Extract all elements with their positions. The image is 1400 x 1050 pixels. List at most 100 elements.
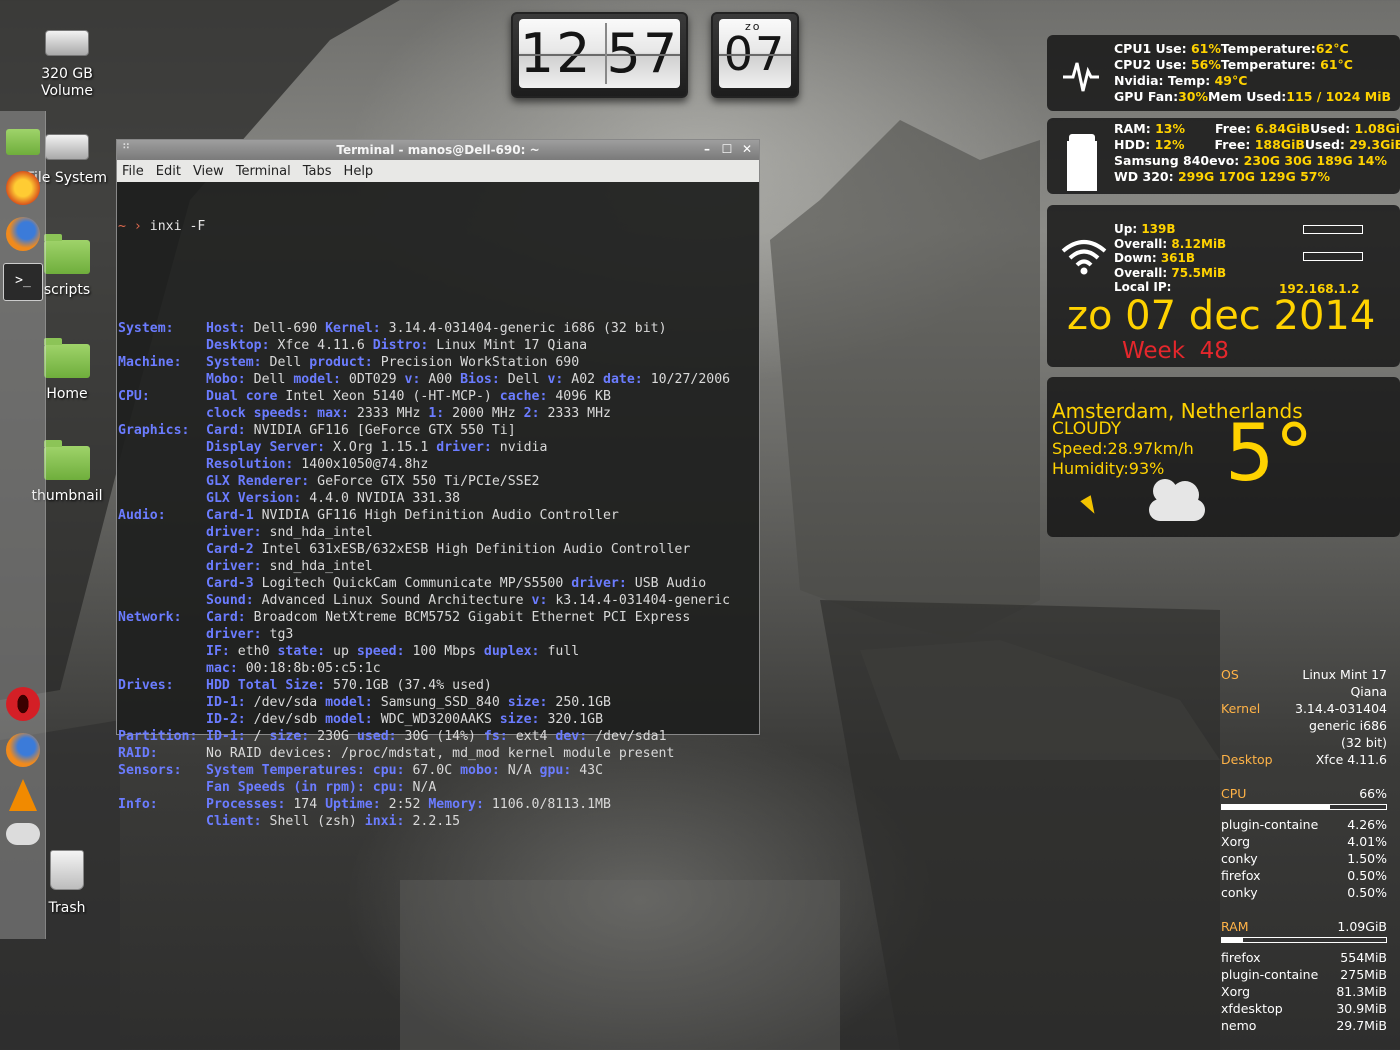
field-key: clock speeds:	[206, 406, 310, 421]
process-value: 4.01%	[1347, 834, 1387, 849]
kernel-row: Kernel 3.14.4-031404 generic i686 (32 bit…	[1221, 701, 1387, 750]
output-line: ID-2: /dev/sdb model: WDC_WD3200AAKS siz…	[118, 711, 759, 728]
weather-icon[interactable]	[6, 823, 40, 845]
field-value: 4096 KB	[547, 389, 611, 404]
process-name: conky	[1221, 851, 1258, 866]
output-line: Resolution: 1400x1050@74.8hz	[118, 456, 759, 473]
wifi-icon	[1061, 240, 1107, 275]
firefox-icon[interactable]	[6, 217, 40, 251]
process-name: xfdesktop	[1221, 1001, 1283, 1016]
terminal-titlebar[interactable]: ∷ Terminal - manos@Dell-690: ~ – ☐ ✕	[117, 140, 759, 160]
ssd-line: Samsung 840evo: 230G 30G 189G 14%	[1114, 153, 1388, 168]
output-line: System: Host: Dell-690 Kernel: 3.14.4-031…	[118, 320, 759, 337]
folder-icon[interactable]	[6, 129, 40, 155]
weather-condition: CLOUDY	[1052, 419, 1122, 439]
field-value: 2333 MHz	[348, 406, 429, 421]
section-label	[118, 643, 206, 660]
section-label	[118, 592, 206, 609]
field-key: size:	[499, 712, 540, 727]
field-value: 10/27/2006	[642, 372, 731, 387]
field-value: 2.2.15	[404, 814, 461, 829]
field-value: /dev/sda1	[587, 729, 667, 744]
ram-bar	[1221, 937, 1387, 943]
section-label	[118, 439, 206, 456]
output-line: GLX Version: 4.4.0 NVIDIA 331.38	[118, 490, 759, 507]
process-value: 0.50%	[1347, 885, 1387, 900]
weather-temperature: 5°	[1225, 409, 1314, 499]
field-key: max:	[317, 406, 349, 421]
firefox-icon[interactable]	[6, 733, 40, 767]
section-label	[118, 456, 206, 473]
field-value: Samsung_SSD_840	[372, 695, 508, 710]
terminal-output[interactable]: ~ › inxi -F System: Host: Dell-690 Kernel…	[117, 182, 759, 864]
wd-line: WD 320: 299G 170G 129G 57%	[1114, 169, 1331, 184]
cpu-row: CPU 66%	[1221, 786, 1387, 801]
output-line: RAID: No RAID devices: /proc/mdstat, md_m…	[118, 745, 759, 762]
desktop-icon-volume[interactable]: 320 GB Volume	[19, 30, 115, 100]
process-row: plugin-containe 4.26%	[1221, 816, 1387, 833]
field-key: model:	[293, 372, 341, 387]
field-value: X.Org 1.15.1	[325, 440, 437, 455]
field-key: Desktop:	[206, 338, 270, 353]
section-label: Machine:	[118, 355, 182, 370]
menu-edit[interactable]: Edit	[156, 164, 181, 179]
menu-file[interactable]: File	[122, 164, 144, 179]
field-key: 1:	[428, 406, 445, 421]
section-label	[118, 473, 206, 490]
close-icon[interactable]: ✕	[739, 142, 755, 157]
date-display: zo 07 dec 2014	[1067, 293, 1376, 339]
field-key: Distro:	[372, 338, 429, 353]
output-line: Card-2 Intel 631xESB/632xESB High Defini…	[118, 541, 759, 558]
section-label	[118, 337, 206, 354]
field-value	[365, 762, 373, 779]
field-key: ID-1:	[206, 695, 246, 710]
drive-icon	[45, 134, 89, 160]
os-row: OS Linux Mint 17 Qiana	[1221, 667, 1387, 699]
field-key: System:	[206, 355, 262, 370]
field-value: eth0	[229, 644, 278, 659]
process-name: Xorg	[1221, 834, 1251, 849]
output-line: Card-3 Logitech QuickCam Communicate MP/…	[118, 575, 759, 592]
section-label: RAID:	[118, 746, 158, 761]
field-key: Card:	[206, 610, 246, 625]
process-row: nemo 29.7MiB	[1221, 1017, 1387, 1034]
maximize-icon[interactable]: ☐	[719, 142, 735, 157]
output-line: Partition: ID-1: / size: 230G used: 30G (…	[118, 728, 759, 745]
field-key: IF:	[206, 644, 230, 659]
section-label: Sensors:	[118, 763, 182, 778]
field-value: N/A	[404, 780, 437, 795]
section-label: System:	[118, 321, 174, 336]
section-label: Info:	[118, 797, 158, 812]
output-line: ID-1: /dev/sda model: Samsung_SSD_840 si…	[118, 694, 759, 711]
field-key: mac:	[206, 661, 238, 676]
weather-wind-speed: Speed:28.97km/h	[1052, 439, 1194, 458]
field-key: Resolution:	[206, 457, 294, 472]
field-key: used:	[356, 729, 397, 744]
clock-widget: 12 57	[511, 12, 688, 98]
field-value: 30G (14%)	[396, 729, 484, 744]
field-key: System Temperatures:	[206, 763, 365, 778]
output-line: Graphics: Card: NVIDIA GF116 [GeForce GTX…	[118, 422, 759, 439]
field-value: WDC_WD3200AAKS	[372, 712, 500, 727]
field-key: v:	[531, 593, 548, 608]
minimize-icon[interactable]: –	[699, 142, 715, 157]
field-key: size:	[507, 695, 548, 710]
output-line: clock speeds: max: 2333 MHz 1: 2000 MHz …	[118, 405, 759, 422]
field-value: 2:52	[380, 797, 429, 812]
menu-tabs[interactable]: Tabs	[303, 164, 332, 179]
menu-terminal[interactable]: Terminal	[236, 164, 291, 179]
folder-icon	[44, 440, 90, 480]
opera-icon[interactable]	[6, 687, 40, 721]
date-widget: zo 07	[711, 12, 799, 98]
menu-view[interactable]: View	[193, 164, 224, 179]
field-value: 1400x1050@74.8hz	[293, 457, 429, 472]
terminal-icon[interactable]: >_	[3, 263, 43, 301]
field-value: GeForce GTX 550 Ti/PCIe/SSE2	[309, 474, 540, 489]
nvidia-line: Nvidia: Temp: 49°C	[1114, 73, 1248, 88]
terminal-window[interactable]: ∷ Terminal - manos@Dell-690: ~ – ☐ ✕ Fil…	[116, 139, 760, 829]
vlc-icon[interactable]	[9, 779, 37, 811]
crossover-icon[interactable]	[6, 171, 40, 205]
field-value: 67.0C	[404, 763, 461, 778]
menu-help[interactable]: Help	[344, 164, 374, 179]
chip-icon	[1069, 134, 1095, 170]
